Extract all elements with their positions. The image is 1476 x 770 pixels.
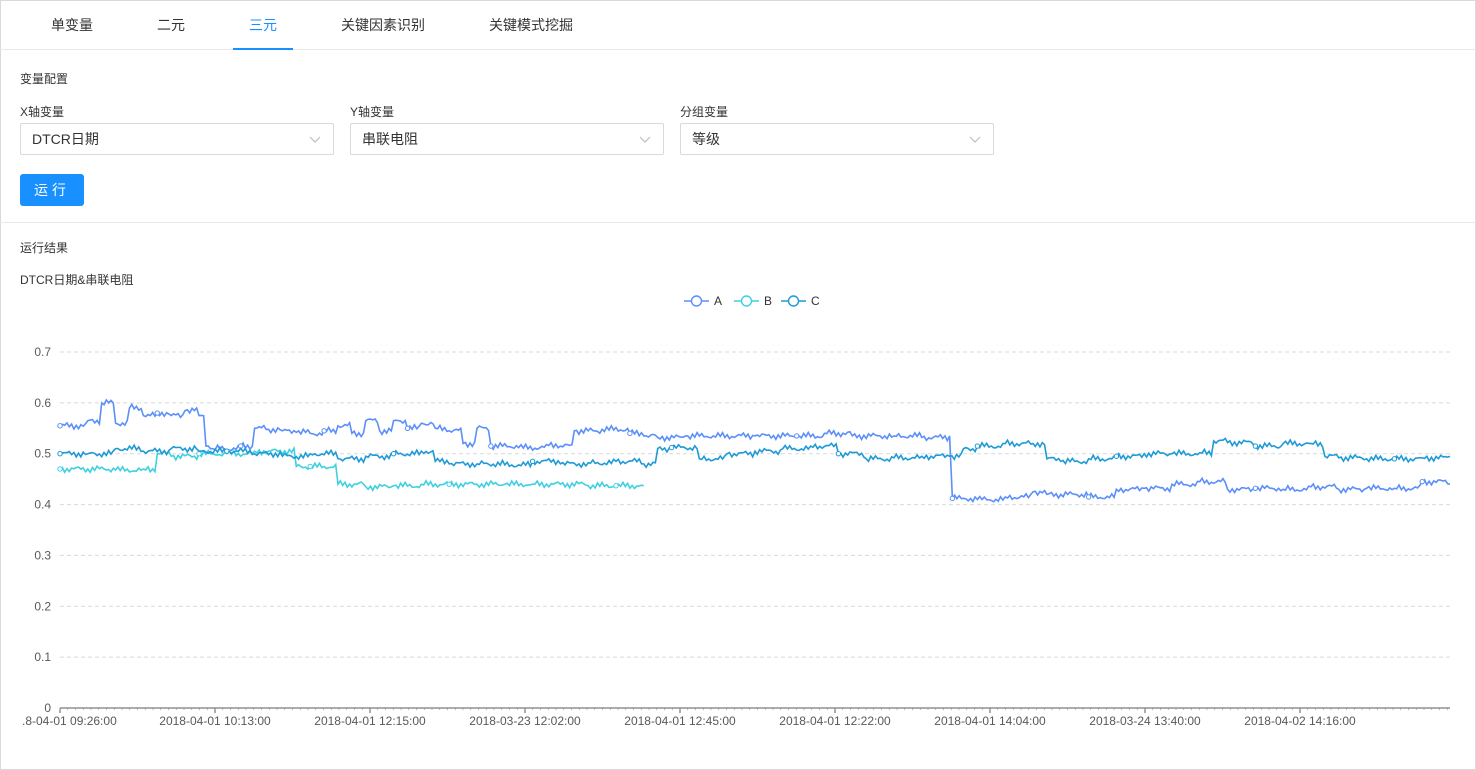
data-point — [974, 443, 981, 449]
data-point — [321, 428, 327, 434]
y-tick-label: 0.7 — [34, 345, 51, 359]
data-point — [613, 483, 619, 489]
y-tick-label: 0.2 — [34, 599, 51, 613]
data-point — [835, 451, 842, 457]
data-point — [627, 430, 633, 437]
data-point — [446, 481, 452, 487]
x-tick-label: .8-04-01 09:26:00 — [22, 714, 117, 728]
tab-key-factor[interactable]: 关键因素识别 — [328, 0, 438, 50]
run-button[interactable]: 运行 — [20, 174, 84, 206]
tab-univariate[interactable]: 单变量 — [40, 0, 104, 50]
data-point — [224, 448, 230, 454]
legend-label: C — [811, 294, 820, 308]
data-point — [57, 451, 63, 457]
data-point — [57, 423, 63, 429]
y-axis-label: Y轴变量 — [350, 105, 395, 119]
series-line-b — [59, 445, 644, 492]
result-title: 运行结果 — [20, 241, 69, 255]
x-tick-label: 2018-04-01 10:13:00 — [159, 714, 271, 728]
tab-key-pattern[interactable]: 关键模式挖掘 — [476, 0, 586, 50]
line-chart: 0 0.1 0.2 0.3 0.4 0.5 0.6 0.7 .8-04-01 09:26:00 2… — [22, 294, 1451, 728]
x-tick-label: 2018-04-01 12:22:00 — [779, 714, 891, 728]
series-line-c — [59, 437, 1451, 469]
legend-marker — [690, 295, 703, 307]
legend-marker — [787, 295, 800, 307]
legend-label: B — [764, 294, 772, 308]
data-point — [794, 433, 800, 439]
x-axis-value: DTCR日期 — [32, 131, 99, 147]
chevron-down-icon — [969, 136, 981, 143]
tab-bar: 单变量 二元 三元 关键因素识别 关键模式挖掘 — [0, 0, 1476, 50]
data-point — [1391, 456, 1398, 462]
data-point — [529, 458, 536, 465]
y-tick-label: 0.4 — [34, 498, 51, 512]
tab-ternary[interactable]: 三元 — [233, 0, 293, 50]
data-point — [668, 444, 675, 451]
data-point — [57, 466, 63, 472]
x-axis-select[interactable]: DTCR日期 — [20, 123, 334, 155]
divider — [0, 222, 1476, 223]
data-point — [154, 410, 161, 416]
x-tick-label: 2018-04-01 14:04:00 — [934, 714, 1046, 728]
y-tick-label: 0 — [44, 701, 51, 715]
x-tick-label: 2018-04-02 14:16:00 — [1244, 714, 1356, 728]
x-tick-label: 2018-04-01 12:45:00 — [624, 714, 736, 728]
y-tick-label: 0.5 — [34, 447, 51, 461]
data-point — [1252, 443, 1259, 449]
chevron-down-icon — [639, 136, 651, 143]
chevron-down-icon — [309, 136, 321, 143]
y-tick-label: 0.6 — [34, 396, 51, 410]
y-tick-label: 0.1 — [34, 650, 51, 664]
x-axis-label: X轴变量 — [20, 105, 65, 119]
tab-binary[interactable]: 二元 — [140, 0, 202, 50]
data-point — [949, 495, 956, 502]
group-value: 等级 — [692, 131, 720, 147]
group-label: 分组变量 — [680, 105, 729, 119]
data-point — [390, 451, 397, 457]
x-tick-label: 2018-04-01 12:15:00 — [314, 714, 426, 728]
group-select[interactable]: 等级 — [680, 123, 994, 155]
data-point — [488, 443, 494, 449]
data-point — [1419, 478, 1425, 485]
x-tick-label: 2018-03-24 13:40:00 — [1089, 714, 1201, 728]
data-point — [404, 425, 411, 431]
data-point — [1085, 494, 1092, 500]
config-title: 变量配置 — [20, 72, 69, 86]
x-tick-label: 2018-03-23 12:02:00 — [469, 714, 581, 728]
legend-label: A — [714, 294, 722, 308]
y-tick-label: 0.3 — [34, 548, 51, 562]
y-axis-select[interactable]: 串联电阻 — [350, 123, 664, 155]
data-point — [1252, 485, 1259, 491]
legend-marker — [740, 295, 753, 307]
data-point — [196, 451, 202, 457]
data-point — [1113, 453, 1120, 459]
data-point — [307, 463, 313, 470]
y-axis-value: 串联电阻 — [362, 131, 418, 147]
